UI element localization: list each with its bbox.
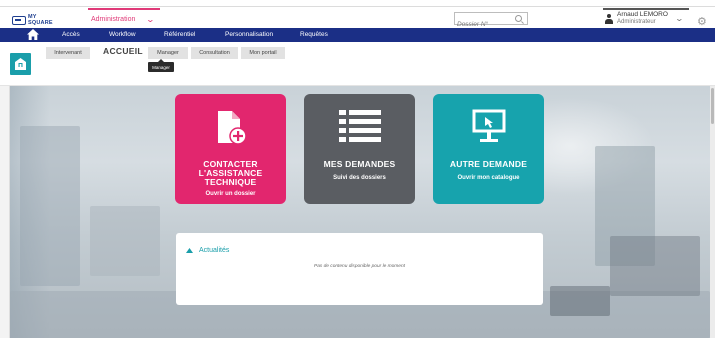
card-contact-support[interactable]: CONTACTER L'ASSISTANCE TECHNIQUE Ouvrir …: [175, 94, 286, 204]
module-selector[interactable]: Administration ⌄: [88, 8, 160, 28]
lab-equipment-right: [610, 236, 700, 296]
gear-icon[interactable]: ⚙: [697, 17, 707, 28]
nav-item-acces[interactable]: Accès: [62, 31, 80, 38]
tab-manager[interactable]: Manager: [148, 47, 188, 59]
tab-accueil[interactable]: ACCUEIL: [103, 46, 143, 56]
user-icon: [605, 14, 613, 24]
tooltip-manager: Manager: [148, 59, 174, 72]
nav-item-workflow[interactable]: Workflow: [109, 31, 136, 38]
lab-bench-left: [90, 206, 160, 276]
news-empty-message: Pas de contenu disponible pour le moment: [314, 264, 405, 269]
dossier-search[interactable]: [454, 12, 528, 30]
news-panel: Actualités Pas de contenu disponible pou…: [176, 233, 543, 305]
app-logo[interactable]: MY SQUARE: [12, 12, 53, 28]
portal-icon: [15, 58, 26, 70]
user-name: Arnaud LEMORO: [617, 11, 668, 18]
chevron-down-icon: ⌄: [146, 14, 156, 24]
kiosk-icon: [472, 109, 506, 142]
card-other-request[interactable]: AUTRE DEMANDE Ouvrir mon catalogue: [433, 94, 544, 204]
main-nav: Accès Workflow Référentiel Personnalisat…: [0, 28, 715, 42]
news-title[interactable]: Actualités: [199, 247, 229, 254]
search-icon[interactable]: [515, 15, 522, 22]
tab-consultation[interactable]: Consultation: [191, 47, 238, 59]
card-title: CONTACTER L'ASSISTANCE TECHNIQUE: [198, 159, 263, 187]
document-plus-icon: [218, 111, 246, 145]
home-icon[interactable]: [27, 29, 39, 40]
scrollbar-thumb[interactable]: [711, 88, 714, 124]
chevron-up-icon[interactable]: [186, 248, 193, 253]
user-menu[interactable]: Arnaud LEMORO Administrateur ⌄: [603, 8, 689, 28]
sub-bar: Intervenant ACCUEIL Manager Consultation…: [0, 42, 715, 86]
card-subtitle: Suivi des dossiers: [333, 175, 386, 181]
left-gutter: [0, 86, 10, 338]
card-my-requests[interactable]: MES DEMANDES Suivi des dossiers: [304, 94, 415, 204]
lab-shelf-left: [20, 126, 80, 286]
card-title: AUTRE DEMANDE: [449, 159, 528, 169]
list-icon: [339, 110, 381, 142]
tab-intervenant[interactable]: Intervenant: [46, 47, 90, 59]
card-title: MES DEMANDES: [323, 159, 396, 169]
lab-device: [550, 286, 610, 316]
chevron-down-icon: ⌄: [674, 14, 685, 23]
nav-item-requetes[interactable]: Requêtes: [300, 31, 328, 38]
nav-item-referentiel[interactable]: Référentiel: [164, 31, 195, 38]
card-subtitle: Ouvrir mon catalogue: [457, 175, 520, 181]
app-tile[interactable]: [10, 53, 31, 75]
card-subtitle: Ouvrir un dossier: [205, 191, 256, 197]
logo-line2: SQUARE: [28, 20, 53, 26]
nav-item-personnalisation[interactable]: Personnalisation: [225, 31, 273, 38]
top-bar: MY SQUARE Administration ⌄ Arnaud LEMORO…: [0, 6, 715, 30]
user-role: Administrateur: [617, 19, 656, 25]
module-label: Administration: [91, 15, 136, 23]
logo-icon: [12, 15, 26, 25]
tab-mon-portail[interactable]: Mon portail: [241, 47, 285, 59]
